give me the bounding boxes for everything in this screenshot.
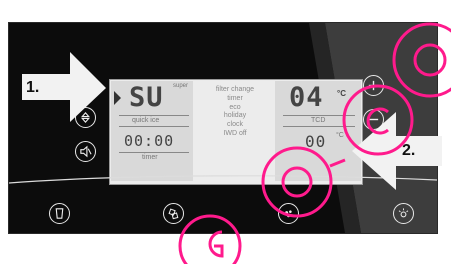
tcd-label: TCD <box>311 117 326 124</box>
super-label: super <box>173 83 189 89</box>
crushed-ice-button[interactable] <box>278 203 299 224</box>
divider <box>119 115 189 116</box>
mode-value: SU <box>129 82 164 113</box>
menu-item: eco <box>229 103 241 111</box>
menu-list: filter change timer eco holiday clock IW… <box>196 86 274 139</box>
freezer-panel: super SU quick ice 00:00 timer <box>111 81 193 181</box>
time-value: 00:00 <box>124 132 175 150</box>
fridge-unit: °C <box>337 89 346 98</box>
menu-item: timer <box>227 94 243 102</box>
divider <box>119 126 189 127</box>
light-button[interactable] <box>393 203 414 224</box>
callout-label-2: 2. <box>402 142 416 159</box>
selection-arrow-icon <box>114 91 121 105</box>
fridge-temperature: 04 <box>289 82 324 113</box>
divider <box>283 115 355 116</box>
menu-item: filter change <box>215 86 255 93</box>
water-glass-icon <box>55 208 64 219</box>
mute-icon <box>80 145 92 158</box>
timer-label: timer <box>142 154 158 161</box>
callout-label-1: 1. <box>26 79 40 96</box>
alarm-off-button[interactable] <box>75 141 96 162</box>
plus-button[interactable] <box>363 75 384 96</box>
quick-ice-label: quick ice <box>132 117 160 124</box>
divider <box>119 152 189 153</box>
tcd-unit: °C <box>336 132 344 139</box>
ice-cubes-button[interactable] <box>163 203 184 224</box>
light-icon <box>398 208 409 218</box>
fridge-panel: 04 °C TCD 00 °C <box>275 81 361 181</box>
ice-dispenser-icon <box>168 208 179 220</box>
tcd-temperature: 00 <box>305 132 327 151</box>
callout-arrow-2 <box>352 112 442 190</box>
menu-item: IWD off <box>223 129 247 137</box>
lcd-display: super SU quick ice 00:00 timer filter ch… <box>109 79 363 185</box>
water-button[interactable] <box>49 203 70 224</box>
divider <box>283 126 355 127</box>
menu-item: clock <box>227 121 243 129</box>
crushed-ice-icon <box>285 210 292 218</box>
plus-icon <box>368 80 379 91</box>
menu-item: holiday <box>223 112 247 120</box>
